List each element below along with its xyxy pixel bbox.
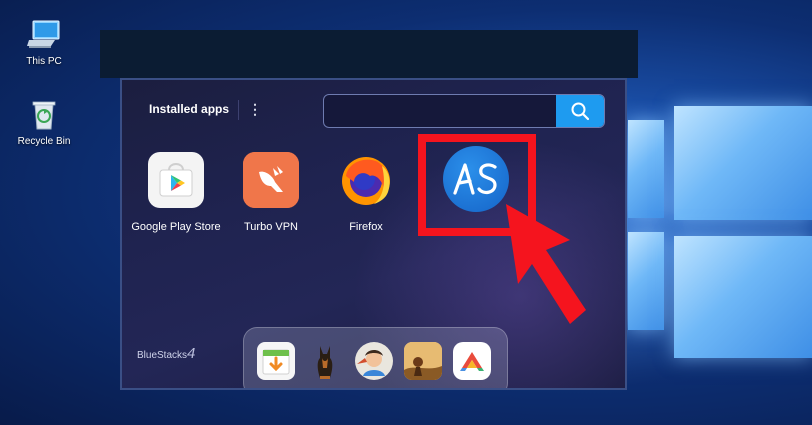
installed-apps-title: Installed apps (149, 102, 230, 116)
desktop-icon-label: This PC (26, 56, 62, 67)
search-button[interactable] (556, 95, 604, 127)
brand-version: 4 (187, 345, 196, 362)
firefox-icon (338, 152, 394, 208)
red-arrow-pointer (506, 204, 586, 324)
doberman-game-icon[interactable] (306, 342, 344, 380)
app-label: Turbo VPN (243, 221, 298, 233)
window-title-bar[interactable] (100, 30, 638, 78)
app-label: Firefox (349, 221, 383, 233)
windows-logo (628, 98, 812, 360)
arrow-launcher-icon[interactable] (453, 342, 491, 380)
turbo-vpn-icon (243, 152, 299, 208)
app-google-play-store[interactable]: Google Play Store (130, 152, 222, 233)
header-divider (238, 100, 239, 120)
cartoon-avatar-icon[interactable] (355, 342, 393, 380)
app-label: Google Play Store (131, 221, 221, 233)
google-play-icon (148, 152, 204, 208)
desktop-icon-label: Recycle Bin (17, 136, 71, 147)
computer-icon (27, 18, 61, 52)
desktop-icon-this-pc[interactable]: This PC (4, 18, 84, 67)
more-options-icon[interactable]: ⋮ (248, 102, 262, 116)
desktop-icon-recycle-bin[interactable]: Recycle Bin (4, 98, 84, 147)
brand-name: BlueStacks (137, 350, 188, 361)
app-center-icon[interactable] (257, 342, 295, 380)
recycle-bin-icon (27, 98, 61, 132)
bluestacks-logo: BlueStacks4 (137, 345, 195, 362)
search-input[interactable] (324, 95, 556, 127)
app-dock (243, 327, 508, 388)
app-turbo-vpn[interactable]: Turbo VPN (225, 152, 317, 233)
app-firefox[interactable]: Firefox (320, 152, 412, 233)
search-bar (323, 94, 605, 128)
search-icon (571, 102, 590, 121)
adventure-game-icon[interactable] (404, 342, 442, 380)
